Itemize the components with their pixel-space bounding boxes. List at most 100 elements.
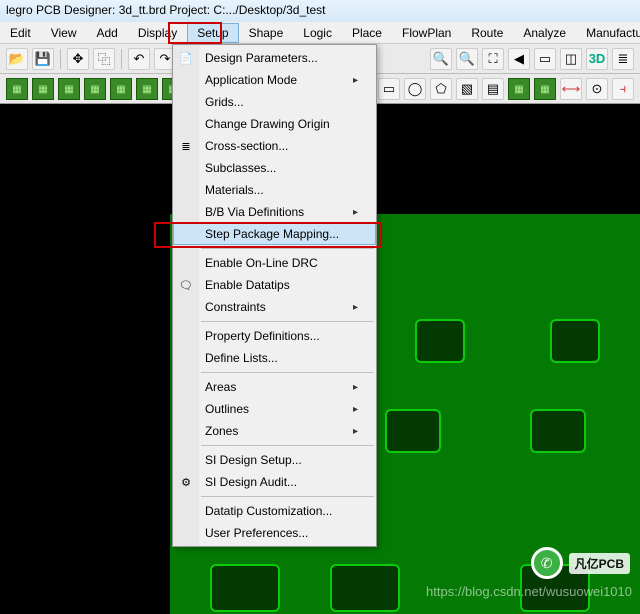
dd-change-origin[interactable]: Change Drawing Origin bbox=[173, 113, 376, 135]
shape-btn-5[interactable]: ▤ bbox=[482, 78, 504, 100]
label: B/B Via Definitions bbox=[205, 205, 304, 219]
separator bbox=[201, 445, 374, 446]
label: Application Mode bbox=[205, 73, 297, 87]
menu-route[interactable]: Route bbox=[461, 23, 513, 43]
separator bbox=[121, 49, 122, 69]
label: SI Design Audit... bbox=[205, 475, 297, 489]
dd-step-package-mapping[interactable]: Step Package Mapping... bbox=[173, 223, 376, 245]
open-icon[interactable]: 📂 bbox=[6, 48, 28, 70]
layers-icon: ≣ bbox=[178, 138, 194, 154]
dd-grids[interactable]: Grids... bbox=[173, 91, 376, 113]
dimension-icon[interactable]: ⟷ bbox=[560, 78, 582, 100]
label: Property Definitions... bbox=[205, 329, 320, 343]
component[interactable] bbox=[550, 319, 600, 363]
label: Enable On-Line DRC bbox=[205, 256, 318, 270]
shape-circle-icon[interactable]: ◯ bbox=[404, 78, 426, 100]
label: Step Package Mapping... bbox=[205, 227, 339, 241]
dd-si-audit[interactable]: ⚙ SI Design Audit... bbox=[173, 471, 376, 493]
save-icon[interactable]: 💾 bbox=[32, 48, 54, 70]
dd-areas[interactable]: Areas bbox=[173, 376, 376, 398]
document-icon: 📄 bbox=[178, 50, 194, 66]
separator bbox=[201, 321, 374, 322]
menu-analyze[interactable]: Analyze bbox=[513, 23, 576, 43]
dd-materials[interactable]: Materials... bbox=[173, 179, 376, 201]
label: Zones bbox=[205, 424, 238, 438]
layer-btn-2[interactable]: ▦ bbox=[32, 78, 54, 100]
dd-cross-section[interactable]: ≣ Cross-section... bbox=[173, 135, 376, 157]
shape-btn-7[interactable]: ▦ bbox=[534, 78, 556, 100]
component[interactable] bbox=[530, 409, 586, 453]
separator bbox=[201, 496, 374, 497]
undo-icon[interactable]: ↶ bbox=[128, 48, 150, 70]
dd-si-setup[interactable]: SI Design Setup... bbox=[173, 449, 376, 471]
badge-label: 凡亿PCB bbox=[569, 553, 630, 574]
tip-icon: 🗨 bbox=[178, 277, 194, 293]
dd-define-lists[interactable]: Define Lists... bbox=[173, 347, 376, 369]
menu-shape[interactable]: Shape bbox=[239, 23, 294, 43]
copy-icon[interactable]: ⿻ bbox=[93, 48, 115, 70]
label: Design Parameters... bbox=[205, 51, 318, 65]
zoom-prev-icon[interactable]: ◀ bbox=[508, 48, 530, 70]
label: Cross-section... bbox=[205, 139, 288, 153]
menu-place[interactable]: Place bbox=[342, 23, 392, 43]
title-text: legro PCB Designer: 3d_tt.brd Project: C… bbox=[6, 3, 326, 17]
menu-display[interactable]: Display bbox=[128, 23, 187, 43]
layer-btn-4[interactable]: ▦ bbox=[84, 78, 106, 100]
layer-btn-3[interactable]: ▦ bbox=[58, 78, 80, 100]
shape-rect-icon[interactable]: ▭ bbox=[378, 78, 400, 100]
menu-manufacture[interactable]: Manufacture bbox=[576, 23, 640, 43]
wechat-icon: ✆ bbox=[531, 547, 563, 579]
layers-icon[interactable]: ≣ bbox=[612, 48, 634, 70]
shape-poly-icon[interactable]: ⬠ bbox=[430, 78, 452, 100]
dd-subclasses[interactable]: Subclasses... bbox=[173, 157, 376, 179]
separator bbox=[201, 372, 374, 373]
dd-outlines[interactable]: Outlines bbox=[173, 398, 376, 420]
label: Subclasses... bbox=[205, 161, 276, 175]
layer-btn-6[interactable]: ▦ bbox=[136, 78, 158, 100]
component[interactable] bbox=[385, 409, 441, 453]
shape-btn-4[interactable]: ▧ bbox=[456, 78, 478, 100]
dd-user-preferences[interactable]: User Preferences... bbox=[173, 522, 376, 544]
label: Change Drawing Origin bbox=[205, 117, 330, 131]
zoom-sel-icon[interactable]: ▭ bbox=[534, 48, 556, 70]
component[interactable] bbox=[415, 319, 465, 363]
3d-icon[interactable]: 3D bbox=[586, 48, 608, 70]
dd-property-definitions[interactable]: Property Definitions... bbox=[173, 325, 376, 347]
dd-enable-drc[interactable]: Enable On-Line DRC bbox=[173, 252, 376, 274]
layer-btn-5[interactable]: ▦ bbox=[110, 78, 132, 100]
dd-bb-via[interactable]: B/B Via Definitions bbox=[173, 201, 376, 223]
move-icon[interactable]: ✥ bbox=[67, 48, 89, 70]
menu-logic[interactable]: Logic bbox=[293, 23, 342, 43]
label: Materials... bbox=[205, 183, 264, 197]
label: SI Design Setup... bbox=[205, 453, 302, 467]
dd-enable-datatips[interactable]: 🗨 Enable Datatips bbox=[173, 274, 376, 296]
menu-setup[interactable]: Setup bbox=[187, 23, 238, 43]
dd-application-mode[interactable]: Application Mode bbox=[173, 69, 376, 91]
via-icon[interactable]: ⊙ bbox=[586, 78, 608, 100]
menu-add[interactable]: Add bbox=[86, 23, 127, 43]
zoom-fit-icon[interactable]: ⛶ bbox=[482, 48, 504, 70]
separator bbox=[201, 248, 374, 249]
dd-constraints[interactable]: Constraints bbox=[173, 296, 376, 318]
separator bbox=[60, 49, 61, 69]
setup-dropdown: 📄 Design Parameters... Application Mode G… bbox=[172, 44, 377, 547]
layer-btn-1[interactable]: ▦ bbox=[6, 78, 28, 100]
dd-datatip-customization[interactable]: Datatip Customization... bbox=[173, 500, 376, 522]
zoom-in-icon[interactable]: 🔍 bbox=[430, 48, 452, 70]
zoom-window-icon[interactable]: ◫ bbox=[560, 48, 582, 70]
component[interactable] bbox=[330, 564, 400, 612]
component[interactable] bbox=[210, 564, 280, 612]
zoom-out-icon[interactable]: 🔍 bbox=[456, 48, 478, 70]
shape-btn-6[interactable]: ▦ bbox=[508, 78, 530, 100]
label: Enable Datatips bbox=[205, 278, 290, 292]
label: Constraints bbox=[205, 300, 266, 314]
menu-edit[interactable]: Edit bbox=[0, 23, 41, 43]
dd-zones[interactable]: Zones bbox=[173, 420, 376, 442]
dd-design-parameters[interactable]: 📄 Design Parameters... bbox=[173, 47, 376, 69]
menu-view[interactable]: View bbox=[41, 23, 87, 43]
gear-icon: ⚙ bbox=[178, 474, 194, 490]
menu-flowplan[interactable]: FlowPlan bbox=[392, 23, 461, 43]
align-icon[interactable]: ⫞ bbox=[612, 78, 634, 100]
watermark-text: https://blog.csdn.net/wusuowei1010 bbox=[426, 584, 632, 599]
label: Outlines bbox=[205, 402, 249, 416]
